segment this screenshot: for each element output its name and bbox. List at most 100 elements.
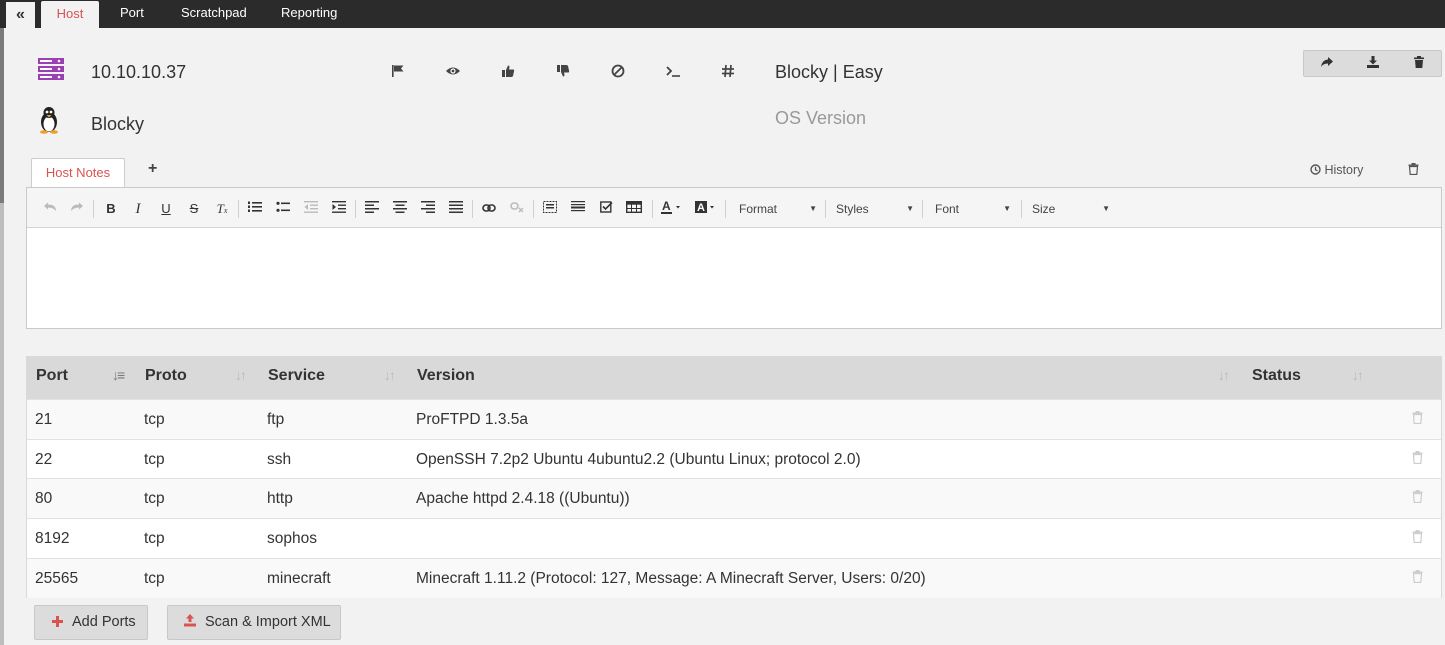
table-row[interactable]: 80 tcp http Apache httpd 2.4.18 ((Ubuntu…	[27, 478, 1441, 518]
table-row[interactable]: 22 tcp ssh OpenSSH 7.2p2 Ubuntu 4ubuntu2…	[27, 439, 1441, 479]
align-center-icon[interactable]	[391, 200, 409, 218]
indent-icon[interactable]	[330, 200, 348, 218]
scan-import-xml-button[interactable]: Scan & Import XML	[167, 605, 341, 640]
outdent-icon[interactable]	[302, 200, 320, 218]
add-ports-button[interactable]: Add Ports	[34, 605, 148, 640]
size-select[interactable]: Size ▼	[1032, 199, 1110, 219]
cell-port: 8192	[35, 530, 70, 547]
column-header-service[interactable]: Service	[268, 367, 325, 385]
styles-select-label: Styles	[836, 202, 869, 216]
table-icon[interactable]	[625, 200, 643, 218]
tab-port[interactable]: Port	[120, 0, 144, 28]
delete-host-button[interactable]	[1396, 51, 1442, 76]
delete-row-trash-icon[interactable]	[1412, 570, 1423, 586]
undo-icon[interactable]	[41, 200, 59, 218]
cell-service: http	[267, 490, 293, 507]
thumbs-down-icon[interactable]	[553, 64, 573, 84]
format-select[interactable]: Format ▼	[739, 199, 817, 219]
host-name[interactable]: Blocky	[91, 114, 144, 135]
host-title[interactable]: Blocky | Easy	[775, 62, 883, 83]
align-left-icon[interactable]	[363, 200, 381, 218]
os-version-field[interactable]: OS Version	[775, 108, 866, 129]
ban-icon[interactable]	[608, 64, 628, 84]
delete-row-trash-icon[interactable]	[1412, 530, 1423, 546]
table-row[interactable]: 21 tcp ftp ProFTPD 1.3.5a	[27, 399, 1441, 439]
delete-row-trash-icon[interactable]	[1412, 411, 1423, 427]
chevron-down-icon: ▼	[809, 204, 817, 213]
flag-icon[interactable]	[388, 64, 408, 84]
editor-content-area[interactable]	[27, 229, 1441, 328]
editor-toolbar: B I U S Tx A A Format ▼ Styles ▼ Font ▼ …	[27, 188, 1441, 228]
column-header-status[interactable]: Status	[1252, 367, 1301, 385]
horizontal-line-icon[interactable]	[569, 200, 587, 218]
tab-scratchpad[interactable]: Scratchpad	[181, 0, 247, 28]
toolbar-separator	[238, 200, 239, 218]
numbered-list-icon[interactable]	[246, 200, 264, 218]
column-header-version[interactable]: Version	[417, 367, 475, 385]
delete-row-trash-icon[interactable]	[1412, 490, 1423, 506]
link-icon[interactable]	[480, 200, 498, 218]
cell-proto: tcp	[144, 451, 165, 468]
cell-version: ProFTPD 1.3.5a	[416, 411, 528, 428]
plus-icon	[52, 606, 63, 639]
delete-note-button[interactable]	[1408, 163, 1419, 178]
server-icon	[37, 57, 65, 86]
redo-icon[interactable]	[68, 200, 86, 218]
sort-icon[interactable]: ↓↑	[1352, 367, 1364, 383]
italic-icon[interactable]: I	[129, 200, 147, 218]
tab-reporting[interactable]: Reporting	[281, 0, 337, 28]
background-color-icon[interactable]: A	[694, 200, 720, 218]
host-ip[interactable]: 10.10.10.37	[91, 62, 186, 83]
toolbar-separator	[922, 200, 923, 218]
delete-row-trash-icon[interactable]	[1412, 451, 1423, 467]
cell-service: minecraft	[267, 570, 331, 587]
select-all-icon[interactable]	[541, 200, 559, 218]
checkbox-icon[interactable]	[597, 200, 615, 218]
column-header-port[interactable]: Port	[36, 367, 68, 385]
tab-host[interactable]: Host	[41, 1, 99, 28]
align-justify-icon[interactable]	[447, 200, 465, 218]
tab-host-notes[interactable]: Host Notes	[31, 158, 125, 187]
history-button[interactable]: History	[1310, 163, 1363, 177]
hash-icon[interactable]	[718, 64, 738, 84]
svg-text:A: A	[662, 200, 671, 213]
sort-icon[interactable]: ↓↑	[235, 367, 247, 383]
bullet-list-icon[interactable]	[274, 200, 292, 218]
cell-proto: tcp	[144, 530, 165, 547]
table-row[interactable]: 25565 tcp minecraft Minecraft 1.11.2 (Pr…	[27, 558, 1441, 598]
text-color-icon[interactable]: A	[660, 199, 686, 218]
sort-desc-icon[interactable]: ↓≡	[112, 367, 125, 383]
chevron-down-icon: ▼	[1003, 204, 1011, 213]
font-select-label: Font	[935, 202, 960, 216]
cell-port: 21	[35, 411, 53, 428]
thumbs-up-icon[interactable]	[498, 64, 518, 84]
eye-icon[interactable]	[443, 64, 463, 84]
underline-icon[interactable]: U	[157, 200, 175, 218]
share-button[interactable]	[1304, 51, 1350, 76]
column-header-proto[interactable]: Proto	[145, 367, 187, 385]
share-icon	[1320, 56, 1334, 71]
toolbar-separator	[533, 200, 534, 218]
trash-icon	[1408, 163, 1419, 178]
download-icon	[1366, 56, 1380, 71]
font-select[interactable]: Font ▼	[935, 199, 1011, 219]
left-scrollbar-thumb[interactable]	[0, 28, 4, 203]
unlink-icon[interactable]	[508, 200, 526, 218]
download-button[interactable]	[1350, 51, 1396, 76]
toolbar-separator	[355, 200, 356, 218]
table-row[interactable]: 8192 tcp sophos	[27, 518, 1441, 558]
strikethrough-icon[interactable]: S	[185, 200, 203, 218]
collapse-sidebar-button[interactable]: «	[6, 2, 35, 28]
sort-icon[interactable]: ↓↑	[1218, 367, 1230, 383]
chevron-down-icon: ▼	[1102, 204, 1110, 213]
sort-icon[interactable]: ↓↑	[384, 367, 396, 383]
host-action-buttons	[1303, 50, 1442, 77]
bold-icon[interactable]: B	[102, 200, 120, 218]
terminal-icon[interactable]	[663, 64, 683, 84]
add-note-tab-button[interactable]: +	[148, 160, 157, 178]
styles-select[interactable]: Styles ▼	[836, 199, 914, 219]
cell-port: 25565	[35, 570, 79, 587]
clear-formatting-icon[interactable]: Tx	[213, 200, 231, 218]
cell-proto: tcp	[144, 490, 165, 507]
align-right-icon[interactable]	[419, 200, 437, 218]
